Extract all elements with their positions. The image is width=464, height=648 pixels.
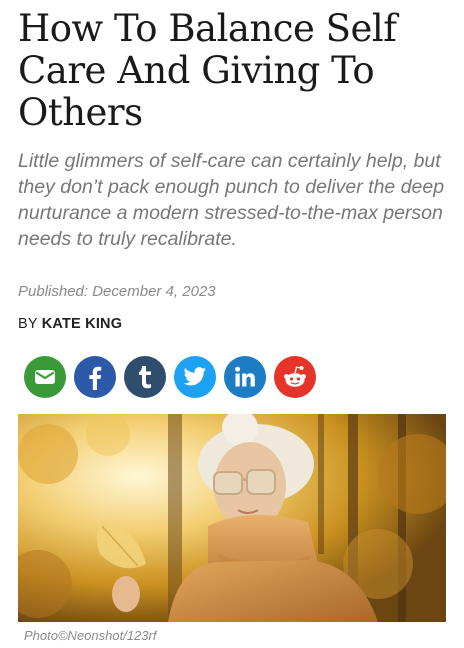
article-title: How To Balance Self Care And Giving To O… [18, 7, 397, 134]
share-reddit-button[interactable] [274, 356, 316, 398]
photo-credit: Photo©Neonshot/123rf [24, 628, 157, 643]
share-tumblr-button[interactable] [124, 356, 166, 398]
email-icon [35, 370, 55, 384]
share-email-button[interactable] [24, 356, 66, 398]
share-facebook-button[interactable] [74, 356, 116, 398]
share-linkedin-button[interactable] [224, 356, 266, 398]
published-date: Published: December 4, 2023 [18, 283, 216, 300]
tumblr-icon [139, 366, 151, 389]
reddit-icon [284, 366, 306, 387]
share-bar [24, 356, 446, 398]
article-subtitle: Little glimmers of self-care can certain… [18, 150, 445, 250]
linkedin-icon [235, 366, 255, 387]
byline: BY KATE KING [18, 316, 446, 332]
article-photo [18, 414, 446, 622]
woman-in-autumn-forest-image [18, 414, 446, 622]
twitter-icon [183, 367, 206, 386]
facebook-icon [89, 366, 102, 390]
byline-prefix: BY [18, 316, 38, 332]
article: How To Balance Self Care And Giving To O… [0, 8, 464, 643]
share-twitter-button[interactable] [174, 356, 216, 398]
author-link[interactable]: KATE KING [42, 316, 122, 332]
